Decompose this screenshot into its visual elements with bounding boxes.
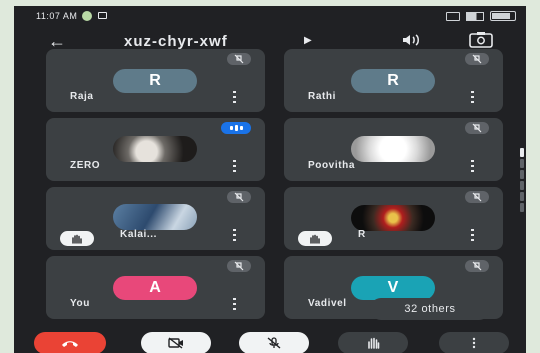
participant-tile[interactable]: A You — [46, 256, 265, 319]
participant-name: Kalai... — [120, 229, 158, 240]
battery-icon — [490, 11, 516, 21]
more-options-icon[interactable] — [229, 298, 239, 310]
participant-photo — [351, 205, 435, 231]
participant-tile[interactable]: R Rathi — [284, 49, 503, 112]
mic-off-icon — [465, 260, 489, 272]
speaking-indicator-icon — [221, 122, 251, 134]
hand-icon — [368, 337, 380, 349]
mic-off-icon — [465, 122, 489, 134]
more-options-button[interactable] — [439, 332, 509, 353]
microphone-toggle-button[interactable] — [239, 332, 309, 353]
participant-name: Vadivel — [308, 298, 347, 309]
meet-screen: 11:07 AM ← xuz-chyr-xwf ▶ R Raja R Rathi… — [14, 6, 526, 353]
participant-photo — [351, 136, 435, 162]
participant-tile[interactable]: Poovitha — [284, 118, 503, 181]
participant-name: You — [70, 298, 90, 309]
mic-off-icon — [465, 191, 489, 203]
mic-off-icon — [465, 53, 489, 65]
speaker-icon[interactable] — [400, 32, 424, 48]
others-count-pill[interactable]: 32 others — [370, 298, 490, 320]
page-scroll-indicator[interactable] — [520, 148, 524, 224]
participant-name: Rathi — [308, 91, 336, 102]
more-options-icon[interactable] — [467, 91, 477, 103]
more-vert-icon — [472, 337, 476, 349]
mic-off-icon — [227, 260, 251, 272]
raised-hand-icon — [60, 231, 94, 246]
end-call-button[interactable] — [34, 332, 106, 353]
status-bar: 11:07 AM — [14, 6, 526, 26]
more-options-icon[interactable] — [229, 91, 239, 103]
participant-tile[interactable]: ZERO — [46, 118, 265, 181]
others-count-label: 32 others — [404, 303, 456, 315]
raised-hand-icon — [298, 231, 332, 246]
more-options-icon[interactable] — [467, 160, 477, 172]
participant-tile[interactable]: R — [284, 187, 503, 250]
meeting-code[interactable]: xuz-chyr-xwf — [124, 33, 228, 50]
participant-photo — [113, 204, 197, 230]
message-notification-icon — [98, 12, 107, 19]
participant-name: ZERO — [70, 160, 101, 171]
whatsapp-notification-icon — [82, 11, 92, 21]
participant-tile[interactable]: R Raja — [46, 49, 265, 112]
camera-toggle-button[interactable] — [141, 332, 211, 353]
more-options-icon[interactable] — [229, 160, 239, 172]
participant-tile[interactable]: Kalai... — [46, 187, 265, 250]
mic-off-icon — [227, 191, 251, 203]
avatar-letter: V — [387, 279, 399, 296]
participant-avatar: V — [351, 276, 435, 300]
status-time: 11:07 AM — [36, 11, 78, 21]
meeting-details-caret-icon[interactable]: ▶ — [304, 35, 312, 46]
participant-avatar: R — [351, 69, 435, 93]
participant-avatar: A — [113, 276, 197, 300]
participant-name: Raja — [70, 91, 94, 102]
participant-name: Poovitha — [308, 160, 356, 171]
more-options-icon[interactable] — [467, 229, 477, 241]
participant-avatar: R — [113, 69, 197, 93]
volte-icon — [446, 11, 460, 21]
avatar-letter: R — [387, 72, 399, 89]
status-icons — [446, 11, 516, 21]
avatar-letter: R — [149, 72, 161, 89]
avatar-letter: A — [149, 279, 161, 296]
mic-off-icon — [267, 337, 281, 349]
more-options-icon[interactable] — [229, 229, 239, 241]
raise-hand-button[interactable] — [338, 332, 408, 353]
hang-up-icon — [62, 341, 78, 347]
switch-camera-icon[interactable] — [468, 31, 494, 49]
participant-photo — [113, 136, 197, 162]
signal-icon — [466, 11, 484, 21]
call-controls — [14, 326, 526, 353]
camera-off-icon — [168, 337, 183, 349]
mic-off-icon — [227, 53, 251, 65]
participant-name: R — [358, 229, 366, 240]
